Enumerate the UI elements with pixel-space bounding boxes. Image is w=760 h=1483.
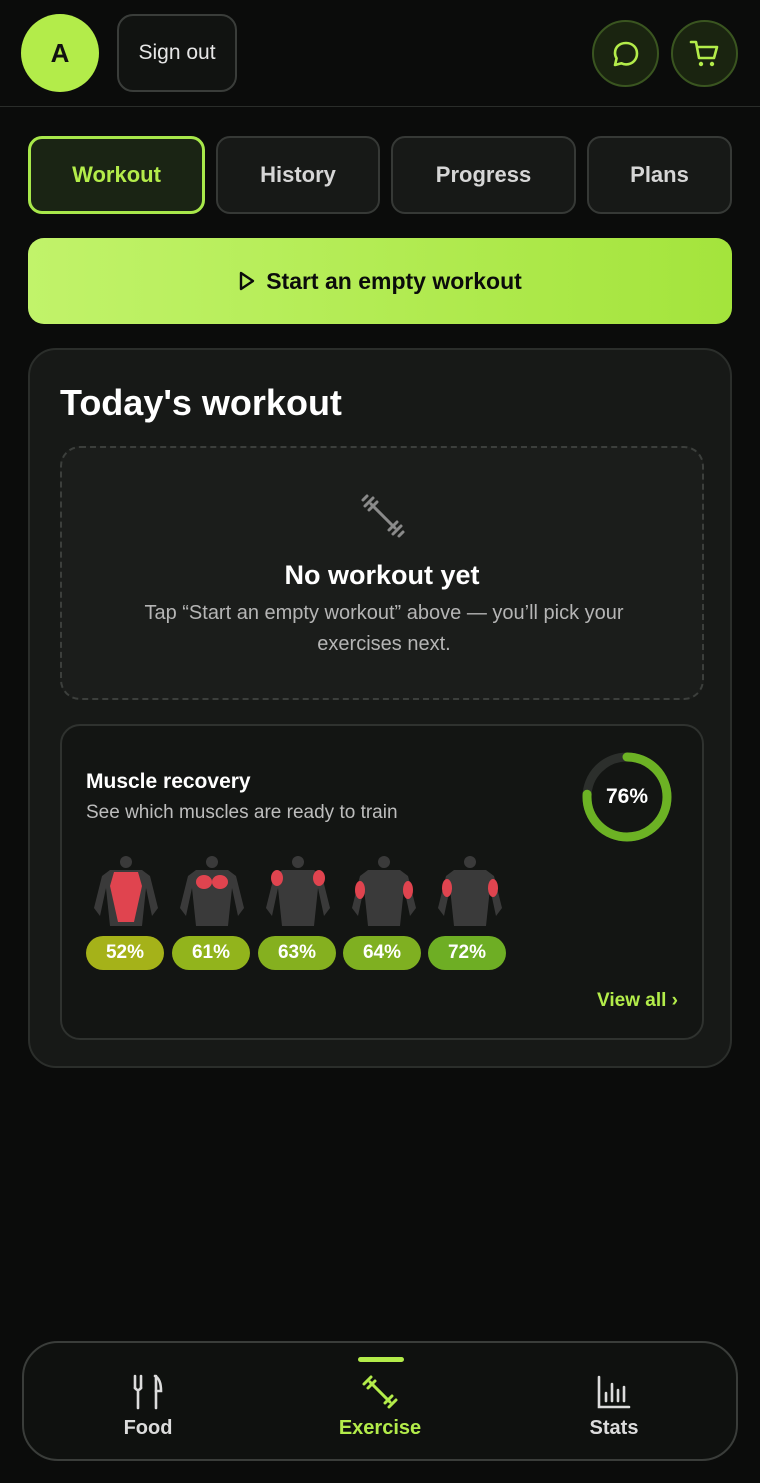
start-empty-workout-button[interactable]: Start an empty workout — [28, 238, 732, 324]
dumbbell-icon — [361, 494, 405, 538]
chat-button[interactable] — [592, 20, 659, 87]
nav-stats-label: Stats — [589, 1417, 639, 1439]
nav-food-label: Food — [123, 1417, 173, 1439]
dumbbell-icon — [362, 1375, 398, 1409]
empty-state: No workout yet Tap “Start an empty worko… — [60, 446, 704, 700]
fork-knife-icon — [133, 1374, 163, 1410]
recovery-title: Muscle recovery — [86, 770, 251, 793]
todays-workout-card: Today's workout No workout yet Tap “Star… — [28, 348, 732, 1068]
muscle-percent-badge: 52% — [86, 936, 164, 970]
muscle-percent-badge: 72% — [428, 936, 506, 970]
empty-state-subtitle: Tap “Start an empty workout” above — you… — [144, 602, 624, 655]
card-title: Today's workout — [60, 382, 342, 423]
muscle-figure-back — [94, 856, 158, 926]
overall-recovery-percent: 76% — [605, 785, 649, 808]
bar-chart-icon — [597, 1375, 631, 1409]
muscle-percent-badge: 64% — [343, 936, 421, 970]
app-header: A Sign out — [0, 0, 760, 107]
nav-exercise[interactable]: Exercise — [280, 1343, 480, 1459]
muscle-figure-shoulders — [266, 856, 330, 926]
nav-exercise-label: Exercise — [338, 1417, 422, 1439]
muscle-figure-biceps — [438, 856, 502, 926]
tab-progress[interactable]: Progress — [391, 136, 576, 214]
tab-history[interactable]: History — [216, 136, 380, 214]
cart-button[interactable] — [671, 20, 738, 87]
avatar[interactable]: A — [21, 14, 99, 92]
active-indicator — [358, 1357, 404, 1362]
recovery-subtitle: See which muscles are ready to train — [86, 802, 398, 823]
muscle-recovery-panel[interactable]: Muscle recovery See which muscles are re… — [60, 724, 704, 1040]
sign-out-button[interactable]: Sign out — [117, 14, 237, 92]
muscle-figure-triceps — [352, 856, 416, 926]
play-icon — [239, 271, 255, 291]
view-all-link[interactable]: View all › — [597, 990, 678, 1012]
cart-icon — [689, 40, 718, 66]
start-empty-workout-label: Start an empty workout — [266, 267, 522, 294]
tab-workout[interactable]: Workout — [28, 136, 205, 214]
muscle-figure-chest — [180, 856, 244, 926]
muscle-percent-badge: 61% — [172, 936, 250, 970]
bottom-nav: Food Exercise Stats — [22, 1341, 738, 1461]
nav-food[interactable]: Food — [48, 1343, 248, 1459]
empty-state-title: No workout yet — [284, 560, 480, 590]
nav-stats[interactable]: Stats — [514, 1343, 714, 1459]
tab-plans[interactable]: Plans — [587, 136, 732, 214]
muscle-percent-badge: 63% — [258, 936, 336, 970]
chat-bubble-icon — [613, 41, 638, 66]
